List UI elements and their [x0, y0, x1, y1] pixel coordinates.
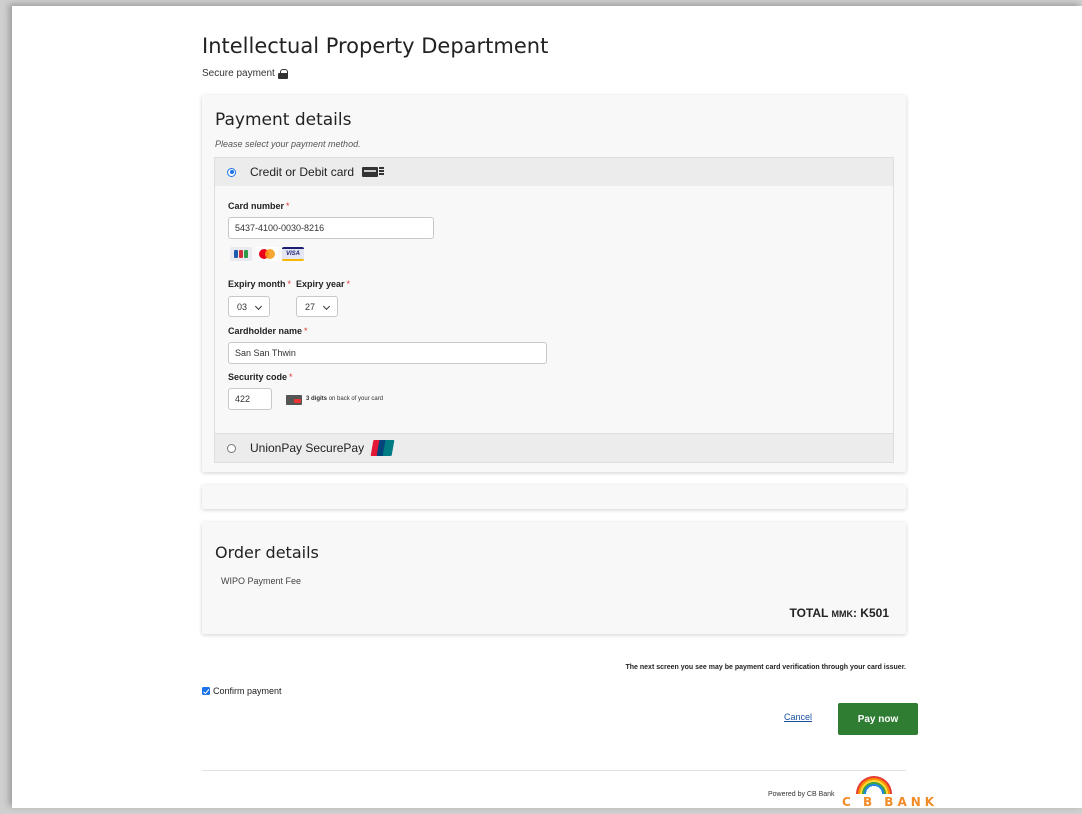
credit-card-icon — [362, 167, 385, 177]
confirm-payment[interactable]: Confirm payment — [202, 686, 282, 696]
page-title: Intellectual Property Department — [202, 34, 549, 58]
rainbow-icon — [856, 776, 892, 794]
card-back-icon — [286, 395, 302, 405]
order-total: TOTAL MMK: K501 — [789, 606, 889, 620]
expiry-month-select[interactable]: 03 — [228, 296, 270, 317]
secure-payment-text: Secure payment — [202, 68, 275, 79]
pay-now-button[interactable]: Pay now — [838, 703, 918, 735]
card-number-input[interactable]: 5437-4100-0030-8216 — [228, 217, 434, 239]
method-unionpay[interactable]: UnionPay SecurePay — [214, 433, 894, 463]
order-item: WIPO Payment Fee — [221, 576, 302, 586]
empty-panel — [202, 485, 906, 509]
card-number-label: Card number * — [228, 201, 290, 211]
cancel-link[interactable]: Cancel — [784, 712, 812, 722]
chevron-down-icon — [254, 302, 263, 311]
credit-card-radio[interactable] — [227, 167, 236, 177]
expiry-year-select[interactable]: 27 — [296, 296, 338, 317]
cardholder-label: Cardholder name * — [228, 326, 308, 336]
payment-method-hint: Please select your payment method. — [215, 139, 361, 149]
security-code-hint: 3 digits on back of your card — [306, 396, 384, 402]
method-credit-card[interactable]: Credit or Debit card — [214, 157, 894, 187]
security-code-input[interactable]: 422 — [228, 388, 272, 410]
credit-card-label: Credit or Debit card — [250, 165, 355, 179]
browser-page: Intellectual Property Department Secure … — [12, 6, 1082, 809]
lock-icon — [277, 68, 288, 79]
jcb-icon — [230, 247, 252, 261]
verification-note: The next screen you see may be payment c… — [625, 664, 907, 671]
mastercard-icon — [256, 247, 278, 261]
cb-bank-logo: C B BANK — [842, 776, 934, 814]
unionpay-label: UnionPay SecurePay — [250, 441, 365, 455]
cardholder-input[interactable]: San San Thwin — [228, 342, 547, 364]
security-code-label: Security code * — [228, 372, 293, 382]
unionpay-icon — [370, 440, 396, 456]
payment-details-title: Payment details — [215, 110, 352, 130]
order-details-title: Order details — [215, 543, 319, 562]
visa-icon: VISA — [282, 247, 304, 261]
expiry-year-label: Expiry year * — [296, 279, 351, 289]
card-form: Card number * 5437-4100-0030-8216 VISA Ex… — [214, 186, 894, 433]
expiry-month-label: Expiry month * — [228, 279, 292, 289]
bank-logo-text: C B BANK — [842, 795, 939, 809]
required-mark: * — [286, 201, 290, 211]
unionpay-radio[interactable] — [227, 443, 236, 453]
secure-payment-label: Secure payment — [202, 68, 288, 79]
confirm-label: Confirm payment — [213, 686, 282, 696]
footer-divider — [202, 770, 906, 771]
powered-by: Powered by CB Bank — [768, 791, 835, 798]
confirm-checkbox[interactable] — [202, 687, 210, 695]
chevron-down-icon — [322, 302, 331, 311]
